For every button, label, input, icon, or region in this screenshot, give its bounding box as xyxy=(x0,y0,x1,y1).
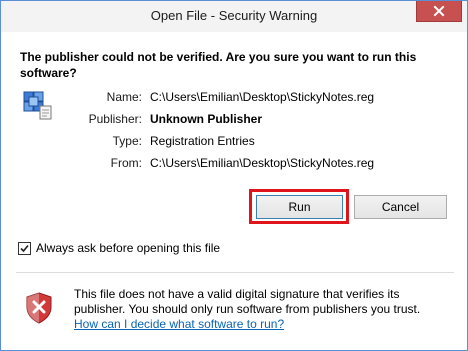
warning-headline: The publisher could not be verified. Are… xyxy=(20,50,417,80)
detail-label: From: xyxy=(110,156,142,170)
detail-row-type: Type: Registration Entries xyxy=(68,130,374,152)
footer-warning-text: This file does not have a valid digital … xyxy=(74,287,421,316)
window-title: Open File - Security Warning xyxy=(150,8,318,23)
cancel-button[interactable]: Cancel xyxy=(354,195,447,219)
registry-file-icon xyxy=(23,91,52,120)
close-icon xyxy=(433,5,445,17)
detail-row-publisher: Publisher: Unknown Publisher xyxy=(68,108,374,130)
file-details: Name: C:\Users\Emilian\Desktop\StickyNot… xyxy=(68,86,374,174)
always-ask-checkbox[interactable] xyxy=(18,241,31,255)
detail-value-name: C:\Users\Emilian\Desktop\StickyNotes.reg xyxy=(150,90,375,104)
detail-label: Type: xyxy=(112,134,142,148)
detail-value-from: C:\Users\Emilian\Desktop\StickyNotes.reg xyxy=(150,156,375,170)
shield-error-icon xyxy=(26,292,52,324)
title-bar: Open File - Security Warning xyxy=(1,1,467,32)
run-button[interactable]: Run xyxy=(256,195,343,219)
detail-row-from: From: C:\Users\Emilian\Desktop\StickyNot… xyxy=(68,152,374,174)
dialog-window: Open File - Security Warning The publish… xyxy=(0,0,468,351)
detail-value-type: Registration Entries xyxy=(150,134,255,148)
close-button[interactable] xyxy=(416,1,462,22)
footer-message: This file does not have a valid digital … xyxy=(74,287,454,332)
detail-label: Name: xyxy=(106,90,142,104)
checkmark-icon xyxy=(20,244,29,252)
security-footer: This file does not have a valid digital … xyxy=(8,273,460,345)
detail-label: Publisher: xyxy=(88,112,142,126)
always-ask-label: Always ask before opening this file xyxy=(36,241,221,255)
dialog-content: The publisher could not be verified. Are… xyxy=(8,32,460,271)
always-ask-option[interactable]: Always ask before opening this file xyxy=(18,241,220,255)
help-link[interactable]: How can I decide what software to run? xyxy=(74,317,454,332)
detail-row-name: Name: C:\Users\Emilian\Desktop\StickyNot… xyxy=(68,86,374,108)
detail-value-publisher: Unknown Publisher xyxy=(150,112,263,126)
